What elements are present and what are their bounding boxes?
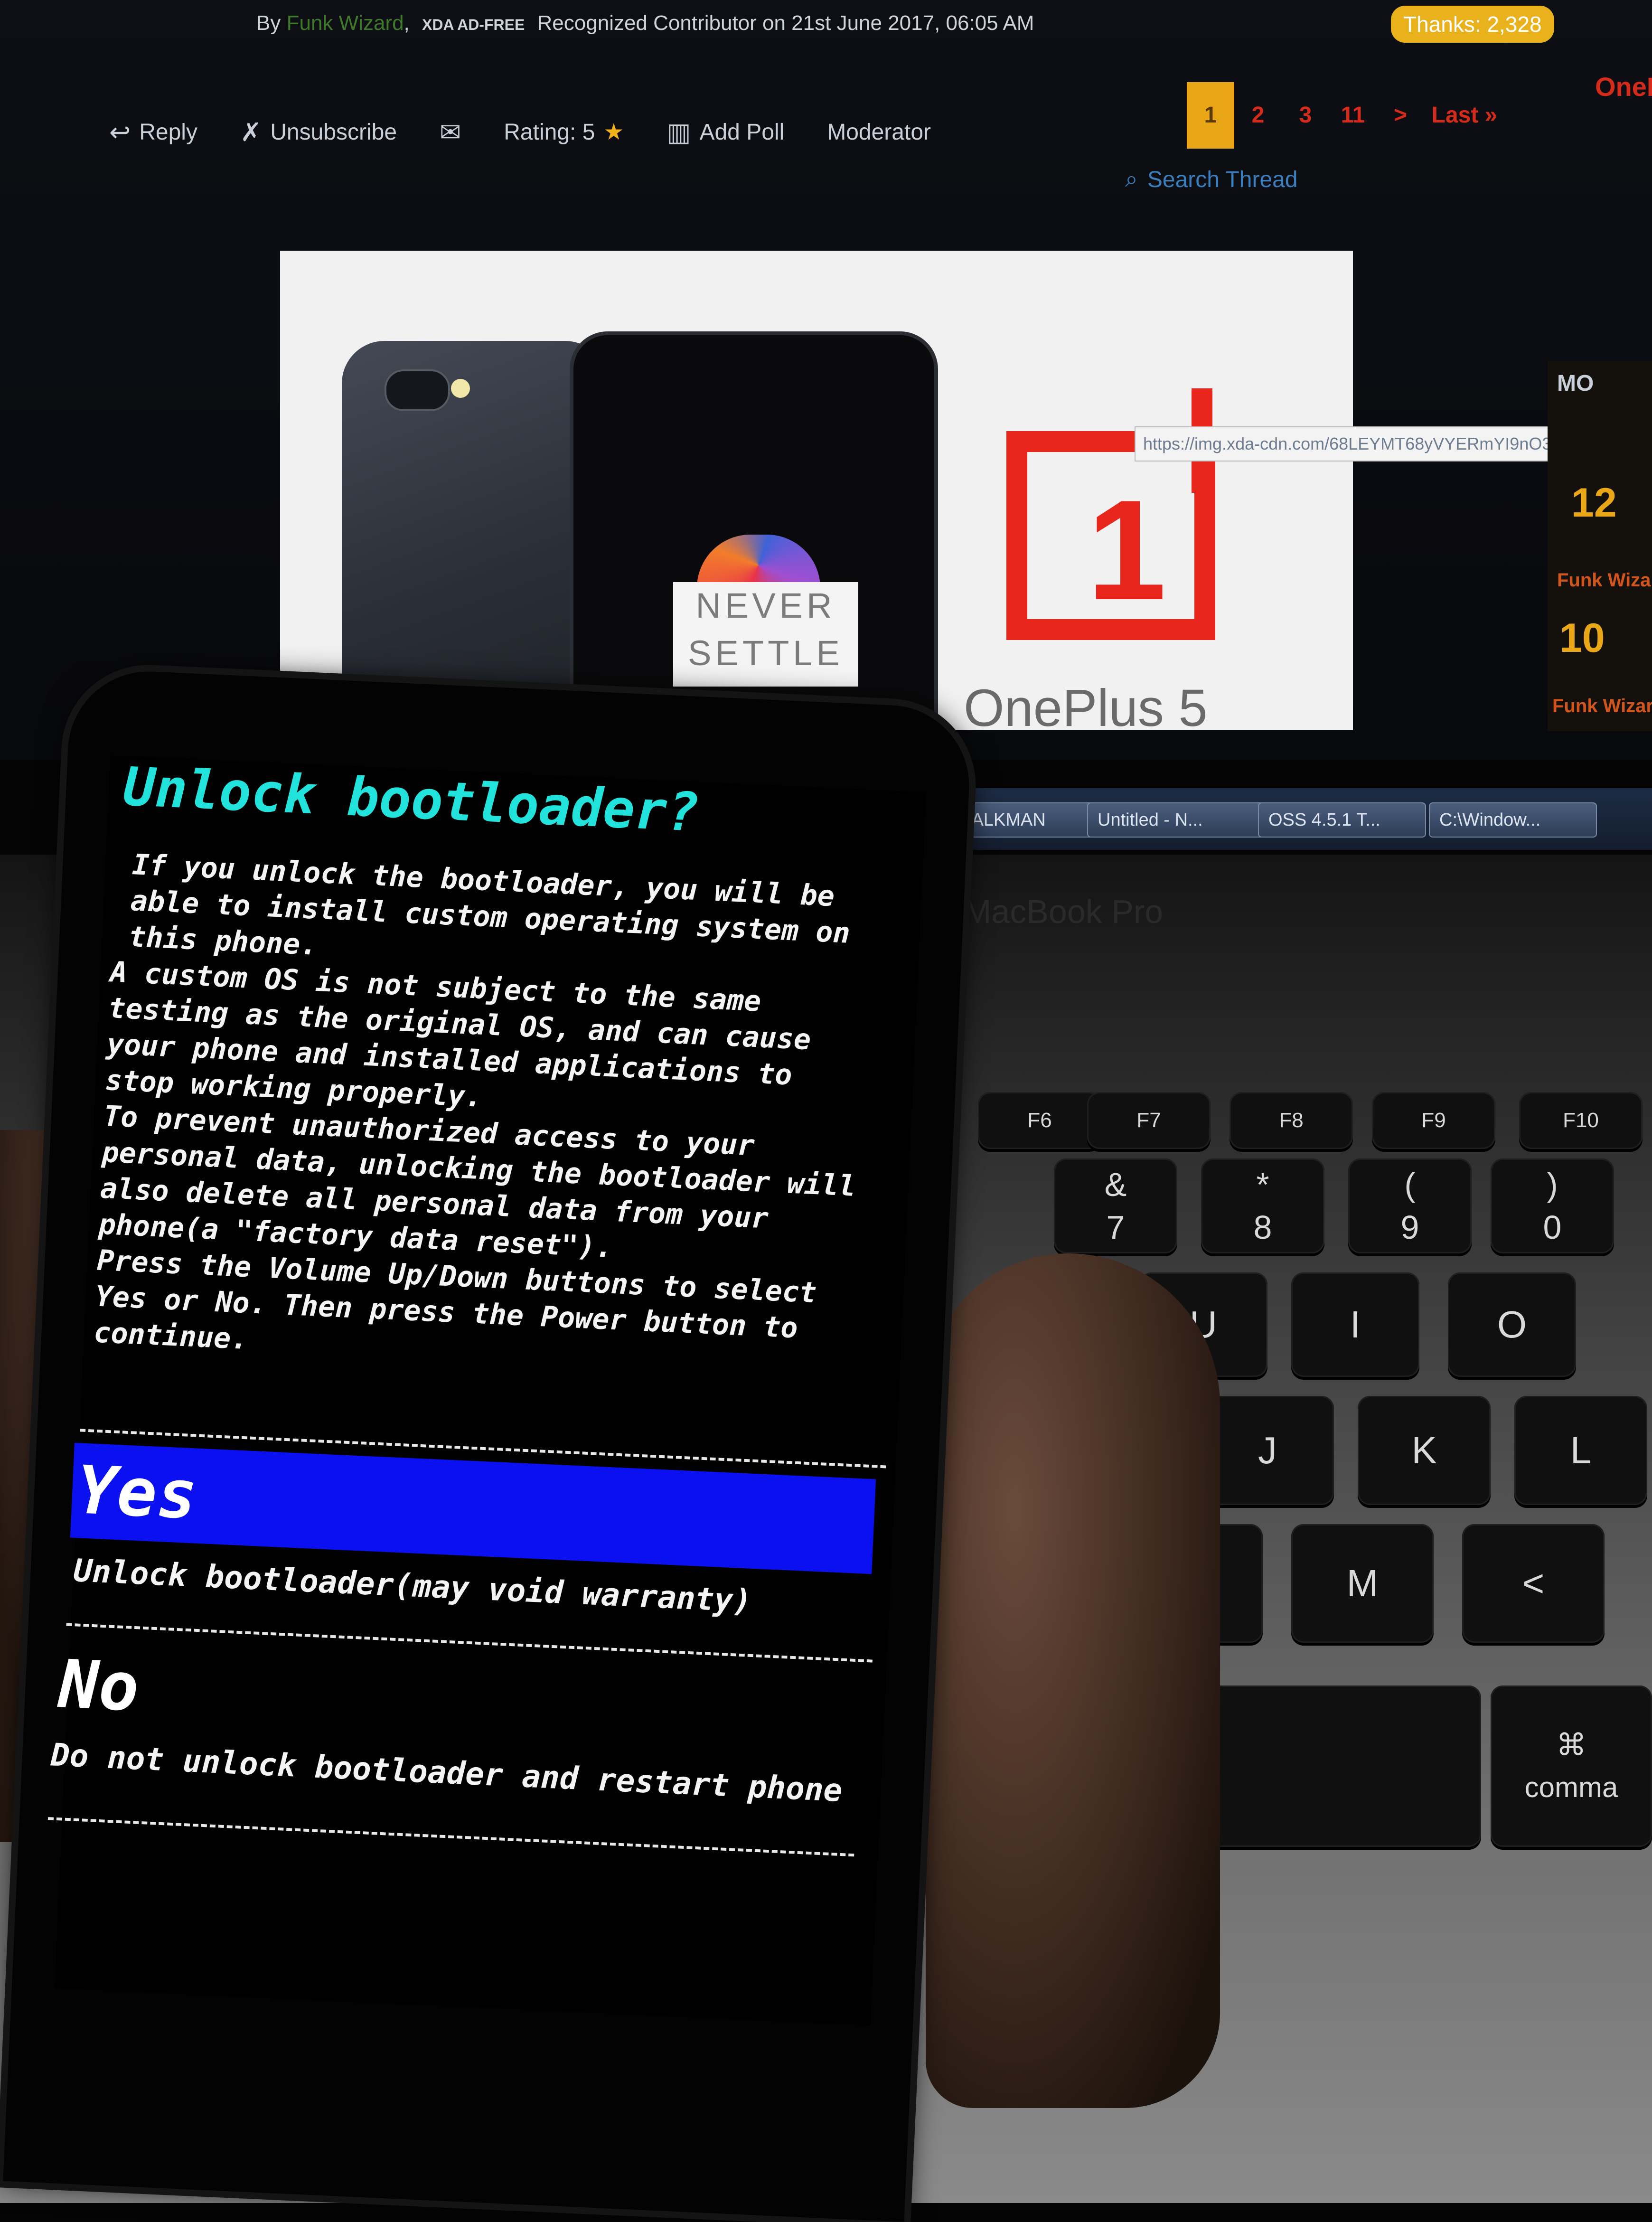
poll-icon: ▥ (666, 118, 691, 147)
command-icon: ⌘ (1556, 1728, 1586, 1762)
page-last[interactable]: Last » (1424, 82, 1505, 149)
pagination: 1 2 3 11 > Last » (1187, 80, 1505, 151)
reply-icon: ↩ (109, 118, 131, 147)
reply-label: Reply (139, 119, 197, 145)
key-f7: F7 (1087, 1092, 1211, 1149)
rating-button[interactable]: Rating: 5 ★ (504, 119, 624, 145)
key-command: ⌘ comma (1491, 1685, 1652, 1847)
option-yes-label: Yes (75, 1451, 199, 1535)
page-link-2[interactable]: 2 (1234, 82, 1282, 149)
banner-caption: OnePlus 5 (964, 679, 1208, 730)
thanks-badge: Thanks: 2,328 (1391, 6, 1554, 43)
search-thread-link[interactable]: ⌕ Search Thread (1125, 166, 1298, 193)
sidebar-right: MO 12 Funk Wiza 10 Funk Wizar (1548, 361, 1652, 731)
settle-text: SETTLE (688, 633, 844, 673)
key-f8: F8 (1230, 1092, 1353, 1149)
post-meta-prefix: By (256, 11, 281, 35)
phone: Unlock bootloader? If you unlock the boo… (3, 668, 973, 2222)
hand-fingers (926, 1253, 1220, 2108)
option-no-label: No (57, 1645, 141, 1727)
key-0: ) 0 (1491, 1158, 1614, 1253)
bootloader-screen: Unlock bootloader? If you unlock the boo… (47, 755, 926, 2026)
post-meta: By Funk Wizard, XDA AD-FREE Recognized C… (256, 11, 1034, 35)
taskbar-item-notepad[interactable]: Untitled - N... (1087, 802, 1265, 838)
option-yes[interactable]: Yes (70, 1442, 876, 1574)
banner-camera (385, 369, 450, 411)
unsubscribe-label: Unsubscribe (270, 119, 397, 145)
page-link-11[interactable]: 11 (1329, 82, 1377, 149)
bootloader-warning-text: If you unlock the bootloader, you will b… (93, 846, 875, 1385)
header-brand-fragment: OneP (1595, 72, 1652, 102)
page-link-1[interactable]: 1 (1187, 82, 1234, 149)
unsubscribe-button[interactable]: ✗ Unsubscribe (240, 117, 397, 147)
moderator-button[interactable]: Moderator (827, 119, 931, 145)
key-8: * 8 (1201, 1158, 1324, 1253)
page-next[interactable]: > (1377, 82, 1424, 149)
envelope-icon: ✉ (440, 118, 461, 147)
taskbar-item-oss[interactable]: OSS 4.5.1 T... (1258, 802, 1426, 838)
thread-banner-image: NEVER SETTLE 1 OnePlus 5 (280, 251, 1353, 730)
key-f10: F10 (1519, 1092, 1643, 1149)
key-7: & 7 (1054, 1158, 1177, 1253)
key-m: M (1291, 1524, 1434, 1643)
add-poll-label: Add Poll (699, 119, 785, 145)
key-i: I (1291, 1272, 1419, 1377)
user-badge: XDA AD-FREE (422, 16, 525, 33)
post-author-link[interactable]: Funk Wizard (287, 11, 404, 35)
moderator-label: Moderator (827, 119, 931, 145)
laptop-screen: By Funk Wizard, XDA AD-FREE Recognized C… (0, 0, 1652, 855)
search-thread-label: Search Thread (1147, 167, 1298, 192)
banner-phone-back (342, 341, 608, 730)
key-f9: F9 (1372, 1092, 1495, 1149)
key-k: K (1358, 1396, 1491, 1505)
taskbar-item-cmd[interactable]: C:\Window... (1429, 802, 1597, 838)
sidebar-name-b[interactable]: Funk Wizar (1552, 696, 1652, 717)
banner-phone-front: NEVER SETTLE (570, 331, 938, 730)
key-f6: F6 (978, 1092, 1101, 1149)
oneplus-logo-one: 1 (1087, 470, 1166, 630)
laptop-brand-label: MacBook Pro (964, 893, 1164, 930)
reply-button[interactable]: ↩ Reply (109, 117, 197, 147)
post-status: Recognized Contributor on 21st June 2017… (537, 11, 1034, 35)
key-l: L (1514, 1396, 1647, 1505)
rating-label: Rating: 5 (504, 119, 595, 145)
bootloader-title: Unlock bootloader? (122, 756, 701, 844)
thread-toolbar: ↩ Reply ✗ Unsubscribe ✉ Rating: 5 ★ ▥ Ad… (109, 113, 931, 151)
key-9: (9 (1348, 1158, 1472, 1253)
page-link-3[interactable]: 3 (1282, 82, 1329, 149)
key-comma: < (1462, 1524, 1605, 1643)
key-j: J (1201, 1396, 1334, 1505)
sidebar-name-a[interactable]: Funk Wiza (1557, 570, 1651, 591)
star-icon: ★ (603, 120, 624, 145)
email-button[interactable]: ✉ (440, 117, 461, 147)
option-no[interactable]: No Do not unlock bootloader and restart … (50, 1645, 867, 1835)
banner-flash (451, 379, 470, 398)
search-icon: ⌕ (1125, 167, 1138, 192)
add-poll-button[interactable]: ▥ Add Poll (666, 117, 784, 147)
sidebar-more[interactable]: MO (1557, 370, 1594, 396)
option-no-description: Do not unlock bootloader and restart pho… (50, 1736, 844, 1809)
key-o: O (1448, 1272, 1576, 1377)
unsubscribe-icon: ✗ (240, 118, 262, 147)
sidebar-count-b: 10 (1559, 615, 1605, 661)
never-text: NEVER (695, 586, 836, 625)
sidebar-count-a: 12 (1571, 480, 1617, 526)
never-settle-sign: NEVER SETTLE (673, 582, 858, 687)
